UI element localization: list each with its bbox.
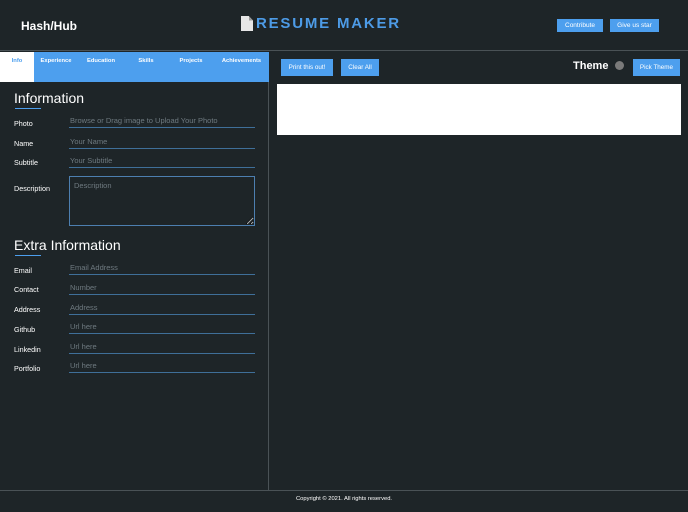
portfolio-input[interactable] xyxy=(69,359,255,373)
clear-all-button[interactable]: Clear All xyxy=(341,59,379,76)
print-button[interactable]: Print this out! xyxy=(281,59,333,76)
app-title: RESUME MAKER xyxy=(241,15,401,32)
theme-label: Theme xyxy=(573,60,609,72)
subtitle-label: Subtitle xyxy=(14,158,38,167)
address-label: Address xyxy=(14,305,41,314)
tab-projects[interactable]: Projects xyxy=(168,52,214,82)
email-label: Email xyxy=(14,266,32,275)
subtitle-input[interactable] xyxy=(69,154,255,168)
name-label: Name xyxy=(14,139,34,148)
description-label: Description xyxy=(14,184,50,193)
document-icon xyxy=(241,16,253,31)
photo-upload-input[interactable] xyxy=(69,114,255,128)
email-input[interactable] xyxy=(69,261,255,275)
linkedin-label: Linkedin xyxy=(14,345,41,354)
section-tabs: Info Experience Education Skills Project… xyxy=(0,52,269,82)
preview-panel: Print this out! Clear All Theme Pick The… xyxy=(270,52,688,490)
photo-label: Photo xyxy=(14,119,33,128)
header: Hash/Hub RESUME MAKER Contribute Give us… xyxy=(0,0,688,51)
tab-achievements[interactable]: Achievements xyxy=(214,52,269,82)
give-star-button[interactable]: Give us star xyxy=(610,19,659,32)
contact-label: Contact xyxy=(14,285,39,294)
contact-input[interactable] xyxy=(69,281,255,295)
name-input[interactable] xyxy=(69,135,255,149)
tab-info[interactable]: Info xyxy=(0,52,34,82)
tab-skills[interactable]: Skills xyxy=(124,52,168,82)
app-title-text: RESUME MAKER xyxy=(256,15,401,32)
information-heading: Information xyxy=(14,90,85,109)
tab-education[interactable]: Education xyxy=(78,52,124,82)
tab-experience[interactable]: Experience xyxy=(34,52,78,82)
address-input[interactable] xyxy=(69,301,255,315)
pick-theme-button[interactable]: Pick Theme xyxy=(633,59,680,76)
extra-information-heading: Extra Information xyxy=(14,237,121,256)
brand-logo[interactable]: Hash/Hub xyxy=(21,19,77,33)
linkedin-input[interactable] xyxy=(69,340,255,354)
footer: Copyright © 2021. All rights reserved. xyxy=(0,490,688,512)
editor-panel: Info Experience Education Skills Project… xyxy=(0,52,269,490)
contribute-button[interactable]: Contribute xyxy=(557,19,603,32)
github-input[interactable] xyxy=(69,320,255,334)
copyright-text: Copyright © 2021. All rights reserved. xyxy=(295,496,393,502)
theme-color-swatch[interactable] xyxy=(615,61,624,70)
resume-preview xyxy=(277,84,681,135)
github-label: Github xyxy=(14,325,36,334)
portfolio-label: Portfolio xyxy=(14,364,41,373)
description-textarea[interactable] xyxy=(69,176,255,226)
